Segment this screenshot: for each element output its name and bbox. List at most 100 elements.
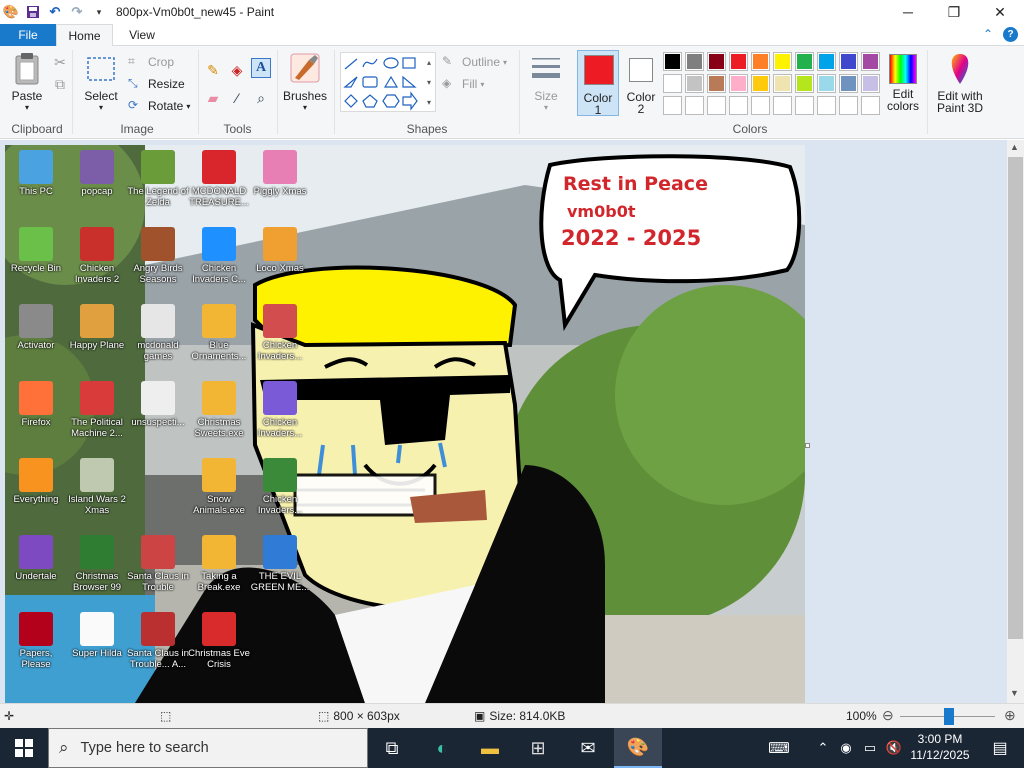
desktop-icon[interactable]: Undertale [5,535,67,582]
palette-swatch[interactable] [839,74,858,93]
palette-empty-swatch[interactable] [751,96,770,115]
desktop-icon[interactable]: Chicken Invaders 2 [66,227,128,285]
edit-colors-button[interactable]: Edit colors [882,52,924,112]
task-view-icon[interactable]: ⧉ [368,728,416,768]
desktop-icon[interactable]: THE EVIL GREEN ME... [249,535,311,593]
redo-icon[interactable]: ↷ [66,1,88,23]
resize-button[interactable]: ⤡ Resize [128,74,185,94]
fill-bucket-icon[interactable]: ◈ [227,60,247,80]
minimize-button[interactable]: ─ [885,0,931,24]
palette-swatch[interactable] [817,74,836,93]
file-explorer-icon[interactable]: ▬ [466,728,514,768]
color2-button[interactable]: Color 2 [621,50,661,116]
desktop-icon[interactable]: Blue Ornaments... [188,304,250,362]
outline-button[interactable]: ✎ Outline ▾ [442,52,507,72]
color1-button[interactable]: Color 1 [577,50,619,116]
store-icon[interactable]: ⊞ [514,728,562,768]
palette-empty-swatch[interactable] [839,96,858,115]
edit-paint3d-button[interactable]: Edit with Paint 3D [932,52,988,114]
volume-muted-icon[interactable]: 🔇 [882,728,906,768]
desktop-icon[interactable]: Activator [5,304,67,351]
zoom-in-icon[interactable]: ⊕ [1004,707,1016,724]
help-icon[interactable]: ? [1003,27,1018,42]
cut-icon[interactable]: ✂ [50,52,70,72]
desktop-icon[interactable]: Taking a Break.exe [188,535,250,593]
desktop-icon[interactable]: Santa Claus in Trouble [127,535,189,593]
palette-swatch[interactable] [795,52,814,71]
palette-swatch[interactable] [861,74,880,93]
palette-empty-swatch[interactable] [861,96,880,115]
palette-swatch[interactable] [861,52,880,71]
taskbar-clock[interactable]: 3:00 PM 11/12/2025 [905,731,975,763]
desktop-icon[interactable]: Santa Claus in Trouble... A... [127,612,189,670]
palette-empty-swatch[interactable] [707,96,726,115]
desktop-icon[interactable]: The Political Machine 2... [66,381,128,439]
desktop-icon[interactable]: Snow Animals.exe [188,458,250,516]
pencil-icon[interactable]: ✎ [203,60,223,80]
vertical-scrollbar[interactable]: ▲ ▼ [1007,140,1024,703]
desktop-icon[interactable]: Island Wars 2 Xmas [66,458,128,516]
desktop-icon[interactable]: unsuspecti... [127,381,189,428]
network-icon[interactable]: ▭ [858,728,882,768]
taskbar-search-box[interactable]: ⌕ Type here to search [48,728,368,768]
fill-button[interactable]: ◈ Fill ▾ [442,74,484,94]
magnifier-icon[interactable]: ⌕ [251,88,271,108]
copy-icon[interactable]: ⧉ [50,74,70,94]
rotate-button[interactable]: ⟳ Rotate ▾ [128,96,190,116]
scroll-down-icon[interactable]: ▼ [1010,688,1019,698]
palette-swatch[interactable] [663,74,682,93]
desktop-icon[interactable]: Happy Plane [66,304,128,351]
scroll-up-icon[interactable]: ▲ [1010,142,1019,152]
desktop-icon[interactable]: Christmas Eve Crisis [188,612,250,670]
palette-swatch[interactable] [729,52,748,71]
palette-swatch[interactable] [685,52,704,71]
palette-empty-swatch[interactable] [685,96,704,115]
desktop-icon[interactable]: Recycle Bin [5,227,67,274]
palette-swatch[interactable] [773,74,792,93]
desktop-icon[interactable]: Piggly Xmas [249,150,311,197]
desktop-icon[interactable]: mcdonald games [127,304,189,362]
palette-swatch[interactable] [751,52,770,71]
desktop-icon[interactable]: The Legend of Zelda [127,150,189,208]
palette-empty-swatch[interactable] [663,96,682,115]
zoom-slider-thumb[interactable] [944,708,954,725]
tab-view[interactable]: View [116,24,168,46]
palette-swatch[interactable] [773,52,792,71]
desktop-icon[interactable]: Christmas Browser 99 [66,535,128,593]
edge-icon[interactable]: ◐ [418,728,466,768]
palette-swatch[interactable] [795,74,814,93]
desktop-icon[interactable]: Everything [5,458,67,505]
brushes-button[interactable]: Brushes ▾ [282,52,328,114]
canvas-resize-handle[interactable] [805,443,810,448]
palette-swatch[interactable] [729,74,748,93]
palette-empty-swatch[interactable] [795,96,814,115]
notifications-icon[interactable]: ▤ [980,728,1020,768]
desktop-icon[interactable]: Angry Birds Seasons [127,227,189,285]
mail-icon[interactable]: ✉ [564,728,612,768]
tab-home[interactable]: Home [56,24,113,47]
size-button[interactable]: Size ▾ [525,52,567,114]
desktop-icon[interactable]: MCDONALD TREASURE... [188,150,250,208]
desktop-icon[interactable]: Firefox [5,381,67,428]
eraser-icon[interactable]: ▰ [203,88,223,108]
maximize-button[interactable]: ❐ [931,0,977,24]
scrollbar-thumb[interactable] [1008,157,1023,639]
tab-file[interactable]: File [0,24,56,46]
palette-empty-swatch[interactable] [773,96,792,115]
palette-swatch[interactable] [817,52,836,71]
color-picker-icon[interactable]: ⁄ [227,88,247,108]
palette-swatch[interactable] [751,74,770,93]
close-button[interactable]: ✕ [977,0,1023,24]
zoom-out-icon[interactable]: ⊖ [882,707,894,724]
start-button[interactable] [0,728,48,768]
palette-swatch[interactable] [685,74,704,93]
desktop-icon[interactable]: Christmas Sweets.exe [188,381,250,439]
customize-quick-access-icon[interactable]: ▾ [88,1,110,23]
save-icon[interactable] [22,1,44,23]
meet-now-icon[interactable]: ◉ [834,728,858,768]
palette-swatch[interactable] [663,52,682,71]
palette-swatch[interactable] [707,74,726,93]
desktop-icon[interactable]: Chicken Invaders... [249,381,311,439]
desktop-icon[interactable]: Chicken Invaders... [249,304,311,362]
undo-icon[interactable]: ↶ [44,1,66,23]
